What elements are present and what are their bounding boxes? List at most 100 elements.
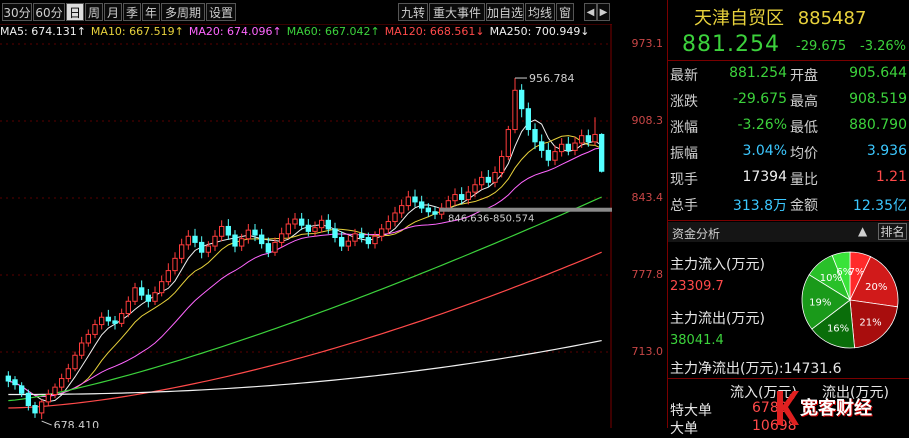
candle <box>72 351 78 372</box>
axis-label: 973.1 <box>631 37 664 50</box>
tool-button-1[interactable]: 重大事件 <box>429 3 485 21</box>
candle <box>485 170 491 188</box>
nav-left-icon[interactable]: ◀ <box>584 3 597 21</box>
price-change: -29.675 <box>796 39 847 54</box>
quote-value: -29.675 <box>732 91 787 107</box>
nav-right-icon[interactable]: ▶ <box>597 3 610 21</box>
ma10-line <box>8 135 602 398</box>
candle <box>392 206 398 227</box>
quote-key: 开盘 <box>790 68 818 84</box>
quote-row: 最新 881.254 开盘 905.644 <box>668 62 909 84</box>
candle <box>85 329 91 347</box>
candle <box>359 227 365 243</box>
net-outflow: 主力净流出(万元):14731.6 <box>670 358 842 378</box>
rank-button[interactable]: 排名 <box>878 223 907 240</box>
candle <box>572 136 578 156</box>
period-button-0[interactable]: 30分 <box>2 3 32 21</box>
candle <box>332 222 338 243</box>
candle <box>119 308 125 328</box>
quote-value: 905.644 <box>849 65 907 81</box>
candle <box>472 178 478 198</box>
pie-label: 16% <box>827 323 849 334</box>
candlestick-chart[interactable]: 956.784 678.410 846.636-850.574 <box>0 24 612 428</box>
fund-title: 资金分析 <box>672 227 721 241</box>
period-button-5[interactable]: 季 <box>123 3 141 21</box>
fund-header: 资金分析 ▲ 排名 <box>668 222 909 242</box>
quote-value: 17394 <box>742 169 787 185</box>
logo-k-icon <box>777 391 799 425</box>
quote-row: 现手 17394 量比 1.21 <box>668 166 909 188</box>
candle <box>299 212 305 231</box>
candle <box>12 376 18 390</box>
tool-button-0[interactable]: 九转 <box>398 3 428 21</box>
inflow-value: 23309.7 <box>670 279 724 294</box>
quote-key: 涨跌 <box>670 94 698 110</box>
pie-label: 6% <box>836 267 852 278</box>
candle <box>399 199 405 218</box>
price-range-band <box>440 207 612 212</box>
candle <box>385 215 391 234</box>
candle <box>279 227 285 248</box>
tool-button-2[interactable]: 加自选 <box>486 3 524 21</box>
quote-key: 振幅 <box>670 146 698 162</box>
pie-label: 19% <box>809 297 831 308</box>
candle <box>92 319 98 339</box>
candle <box>159 275 165 297</box>
quote-value: 313.8万 <box>732 198 787 214</box>
period-button-3[interactable]: 周 <box>85 3 103 21</box>
candle <box>179 238 185 264</box>
candle <box>505 125 511 161</box>
candle <box>345 235 351 251</box>
axis-label: 908.3 <box>631 114 664 127</box>
flow-row-label: 大单 <box>670 421 698 437</box>
axis-label: 713.0 <box>631 345 664 358</box>
divider-line <box>668 220 909 221</box>
candle <box>539 134 545 158</box>
candle <box>552 145 558 166</box>
quote-key: 现手 <box>670 172 698 188</box>
candle <box>99 312 105 330</box>
candle <box>292 212 298 229</box>
tool-button-4[interactable]: 窗 <box>556 3 574 21</box>
range-annotation: 846.636-850.574 <box>448 214 534 225</box>
candle <box>52 383 58 399</box>
quote-value: 908.519 <box>849 91 907 107</box>
divider-line <box>668 60 909 61</box>
period-button-2[interactable]: 日 <box>66 3 84 21</box>
logo-text: 宽客财经 <box>800 398 872 419</box>
quote-key: 最新 <box>670 68 698 84</box>
candle <box>285 217 291 239</box>
candle <box>499 150 505 178</box>
candle <box>599 133 605 173</box>
quote-key: 均价 <box>790 146 818 162</box>
candle <box>172 252 178 275</box>
period-button-7[interactable]: 多周期 <box>161 3 205 21</box>
ma5-line <box>8 119 602 403</box>
candle <box>405 190 411 211</box>
candle <box>452 188 458 206</box>
quote-key: 最低 <box>790 120 818 136</box>
candle <box>185 230 192 250</box>
quote-key: 金额 <box>790 198 818 214</box>
quote-row: 振幅 3.04% 均价 3.936 <box>668 140 909 162</box>
period-button-1[interactable]: 60分 <box>33 3 65 21</box>
tool-button-3[interactable]: 均线 <box>525 3 555 21</box>
candle <box>245 224 252 244</box>
candle <box>45 389 52 406</box>
quote-value: -3.26% <box>737 117 787 133</box>
candle <box>319 215 325 233</box>
fund-pie-chart: 7%20%21%16%19%10%6% <box>801 251 899 349</box>
candle <box>465 185 471 205</box>
quote-row: 涨跌 -29.675 最高 908.519 <box>668 88 909 110</box>
price-change-pct: -3.26% <box>860 39 906 54</box>
candle <box>412 189 418 207</box>
period-button-4[interactable]: 月 <box>104 3 122 21</box>
candle <box>525 102 532 136</box>
period-button-8[interactable]: 设置 <box>206 3 236 21</box>
ma20-line <box>8 147 602 398</box>
candle <box>379 224 385 242</box>
period-button-6[interactable]: 年 <box>142 3 160 21</box>
ma-lines <box>8 119 602 409</box>
outflow-value: 38041.4 <box>670 333 724 348</box>
collapse-up-icon[interactable]: ▲ <box>858 224 867 238</box>
